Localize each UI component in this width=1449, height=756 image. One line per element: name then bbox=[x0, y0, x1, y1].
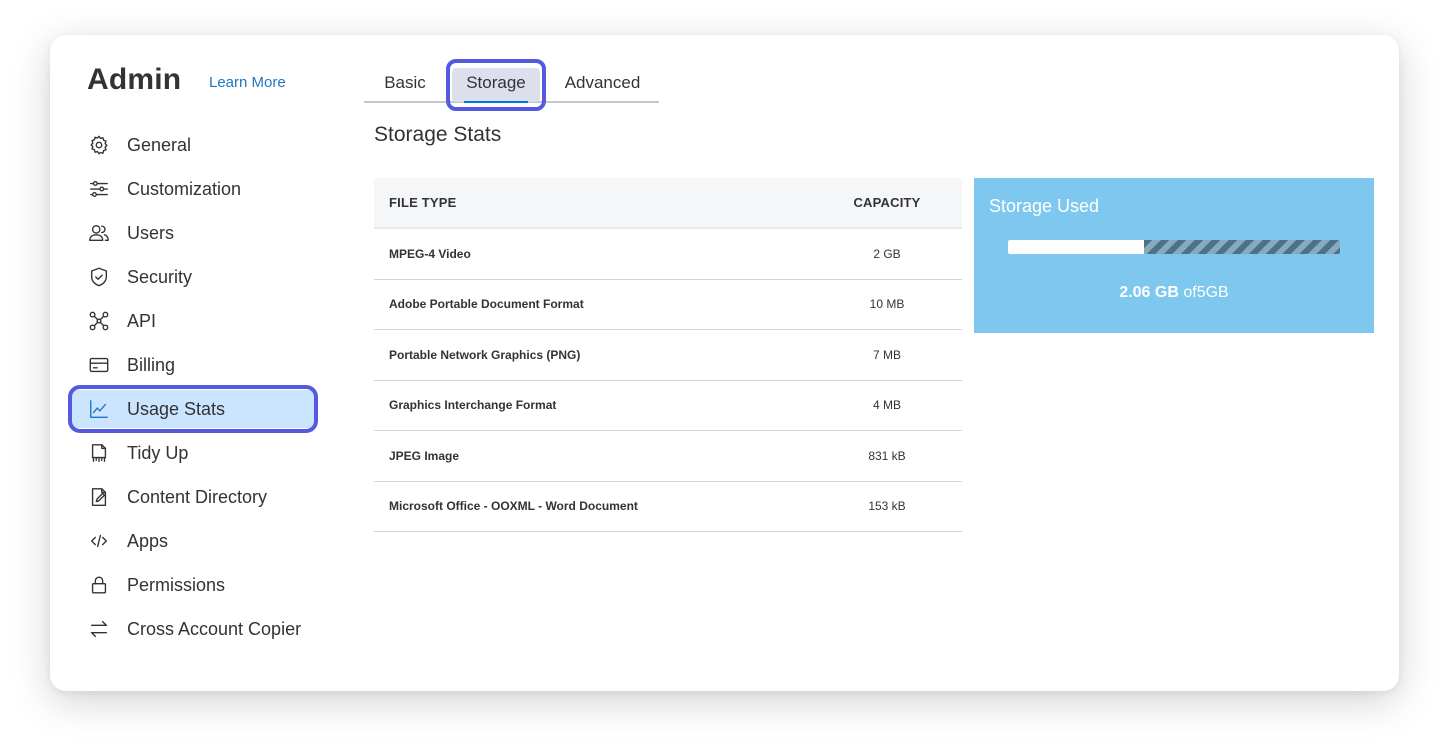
sidebar-item-label: General bbox=[127, 134, 192, 155]
code-icon bbox=[87, 529, 111, 553]
file-type-cell: Adobe Portable Document Format bbox=[389, 297, 584, 312]
table-row: JPEG Image 831 kB bbox=[374, 431, 962, 482]
credit-card-icon bbox=[87, 353, 111, 377]
shield-icon bbox=[87, 265, 111, 289]
capacity-cell: 10 MB bbox=[869, 297, 905, 312]
sidebar-item-label: API bbox=[127, 310, 157, 331]
file-type-table: FILE TYPE CAPACITY MPEG-4 Video 2 GB Ado… bbox=[374, 178, 962, 532]
storage-amount-text: 2.06 GB of5GB bbox=[974, 284, 1374, 302]
api-nodes-icon bbox=[87, 309, 111, 333]
column-header-capacity[interactable]: CAPACITY bbox=[812, 195, 962, 210]
sidebar-item-label: Tidy Up bbox=[127, 442, 189, 463]
storage-progress-fill bbox=[1008, 240, 1145, 254]
tab-label: Advanced bbox=[564, 73, 641, 92]
sidebar-item-general[interactable]: General bbox=[68, 123, 318, 167]
file-type-cell: MPEG-4 Video bbox=[389, 246, 471, 261]
table-row: MPEG-4 Video 2 GB bbox=[374, 229, 962, 280]
storage-used-value: 2.06 GB bbox=[1119, 284, 1179, 301]
table-row: Portable Network Graphics (PNG) 7 MB bbox=[374, 330, 962, 381]
admin-sidebar-nav: General Customization Users Security API bbox=[68, 123, 318, 651]
content-directory-icon bbox=[87, 485, 111, 509]
table-row: Graphics Interchange Format 4 MB bbox=[374, 381, 962, 431]
capacity-cell: 2 GB bbox=[873, 246, 901, 261]
sidebar-item-label: Usage Stats bbox=[127, 398, 226, 419]
gear-icon bbox=[87, 133, 111, 157]
sliders-icon bbox=[87, 177, 111, 201]
sidebar-item-label: Apps bbox=[127, 530, 169, 551]
tab-label: Storage bbox=[466, 73, 526, 92]
sidebar-item-label: Content Directory bbox=[127, 486, 268, 507]
capacity-cell: 831 kB bbox=[868, 448, 906, 463]
settings-tabs: Basic Storage Advanced bbox=[364, 59, 659, 111]
sidebar-item-tidy-up[interactable]: Tidy Up bbox=[68, 431, 318, 475]
active-tab-underline bbox=[464, 101, 528, 103]
storage-of-label: of bbox=[1183, 284, 1197, 301]
table-row: Microsoft Office - OOXML - Word Document… bbox=[374, 482, 962, 532]
storage-used-panel: Storage Used 2.06 GB of5GB bbox=[974, 178, 1374, 333]
file-type-cell: JPEG Image bbox=[389, 448, 460, 463]
lock-icon bbox=[87, 573, 111, 597]
sidebar-item-label: Customization bbox=[127, 178, 242, 199]
capacity-cell: 4 MB bbox=[872, 398, 901, 413]
file-type-cell: Graphics Interchange Format bbox=[389, 398, 557, 413]
admin-card: Admin Learn More General Customization U… bbox=[50, 35, 1399, 691]
sidebar-item-cross-account-copier[interactable]: Cross Account Copier bbox=[68, 607, 318, 651]
sidebar-item-security[interactable]: Security bbox=[68, 255, 318, 299]
sidebar-item-label: Permissions bbox=[127, 574, 226, 595]
tidy-up-icon bbox=[87, 441, 111, 465]
sidebar-item-label: Security bbox=[127, 266, 193, 287]
table-header: FILE TYPE CAPACITY bbox=[374, 178, 962, 229]
sidebar-item-permissions[interactable]: Permissions bbox=[68, 563, 318, 607]
sidebar-item-label: Cross Account Copier bbox=[127, 618, 302, 639]
users-icon bbox=[87, 221, 111, 245]
transfer-arrows-icon bbox=[87, 617, 111, 641]
capacity-cell: 153 kB bbox=[868, 499, 906, 514]
sidebar-item-users[interactable]: Users bbox=[68, 211, 318, 255]
file-type-cell: Microsoft Office - OOXML - Word Document bbox=[389, 499, 638, 514]
table-row: Adobe Portable Document Format 10 MB bbox=[374, 280, 962, 330]
file-type-cell: Portable Network Graphics (PNG) bbox=[389, 347, 581, 362]
sidebar-item-content-directory[interactable]: Content Directory bbox=[68, 475, 318, 519]
line-chart-icon bbox=[87, 397, 111, 421]
capacity-cell: 7 MB bbox=[872, 347, 901, 362]
learn-more-link[interactable]: Learn More bbox=[209, 74, 286, 91]
storage-total-value: 5GB bbox=[1196, 284, 1229, 301]
storage-used-title: Storage Used bbox=[989, 196, 1100, 216]
admin-title: Admin bbox=[87, 63, 182, 96]
page-title: Storage Stats bbox=[374, 123, 502, 146]
sidebar-item-apps[interactable]: Apps bbox=[68, 519, 318, 563]
sidebar-item-billing[interactable]: Billing bbox=[68, 343, 318, 387]
tab-label: Basic bbox=[384, 73, 426, 92]
sidebar-item-customization[interactable]: Customization bbox=[68, 167, 318, 211]
sidebar-item-usage-stats[interactable]: Usage Stats bbox=[68, 385, 318, 433]
column-header-file-type[interactable]: FILE TYPE bbox=[374, 195, 812, 210]
tab-storage[interactable]: Storage bbox=[446, 59, 546, 111]
sidebar-item-api[interactable]: API bbox=[68, 299, 318, 343]
tab-basic[interactable]: Basic bbox=[364, 65, 446, 101]
sidebar-item-label: Billing bbox=[127, 354, 176, 375]
tab-advanced[interactable]: Advanced bbox=[546, 65, 659, 101]
sidebar-item-label: Users bbox=[127, 222, 175, 243]
storage-progress-bar bbox=[1008, 240, 1340, 254]
